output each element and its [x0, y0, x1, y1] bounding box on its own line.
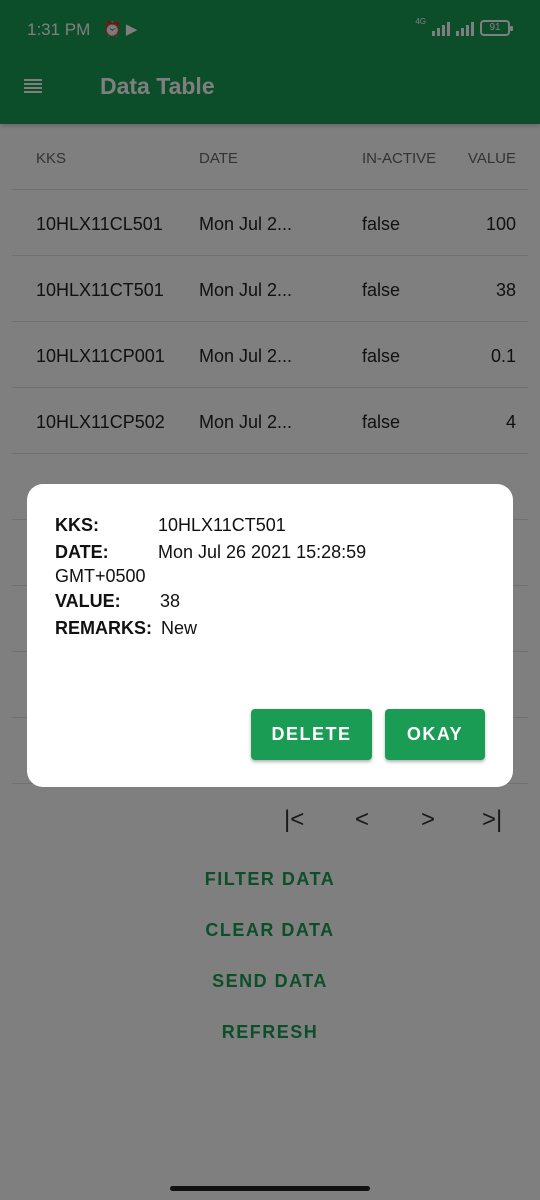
okay-button[interactable]: OKAY: [385, 709, 485, 760]
dialog-value-value: 38: [160, 591, 181, 611]
dialog-date-value-cont: GMT+0500: [55, 566, 146, 586]
dialog-value-label: VALUE:: [55, 591, 121, 611]
delete-button[interactable]: DELETE: [251, 709, 372, 760]
dialog-kks-label: KKS:: [55, 515, 99, 535]
dialog-remarks-value: New: [161, 618, 198, 638]
dialog-kks-value: 10HLX11CT501: [158, 515, 286, 535]
dialog-date-label: DATE:: [55, 542, 109, 562]
dialog-date-value: Mon Jul 26 2021 15:28:59: [158, 542, 367, 562]
record-details-dialog: KKS: 10HLX11CT501 DATE: Mon Jul 26 2021 …: [27, 484, 513, 787]
dialog-remarks-label: REMARKS:: [55, 618, 152, 638]
home-indicator[interactable]: [170, 1186, 370, 1191]
